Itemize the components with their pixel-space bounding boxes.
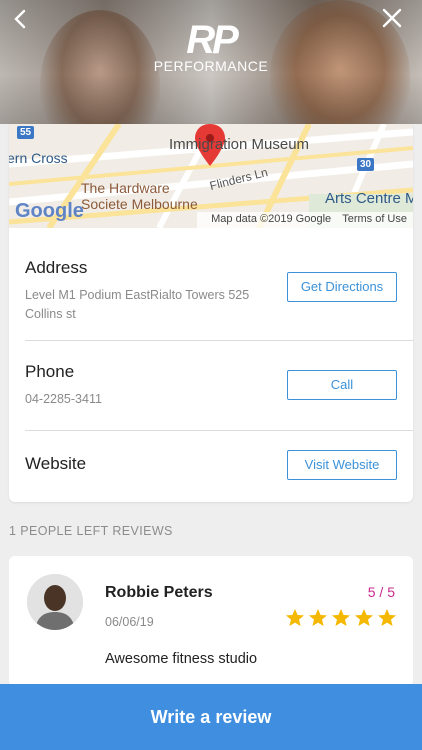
call-button[interactable]: Call [287, 370, 397, 400]
map-label: Societe Melbourne [81, 196, 198, 212]
map-label: Immigration Museum [169, 136, 310, 153]
star-rating [285, 608, 397, 628]
terms-of-use-link[interactable]: Terms of Use [342, 213, 407, 225]
reviewer-name: Robbie Peters [105, 584, 213, 601]
visit-website-button[interactable]: Visit Website [287, 450, 397, 480]
map-label: ern Cross [9, 150, 68, 166]
header-hero-image: RP PERFORMANCE [0, 0, 422, 124]
route-badge: 55 [17, 126, 35, 139]
reviews-count-heading: 1 PEOPLE LEFT REVIEWS [9, 524, 173, 538]
review-date: 06/06/19 [105, 615, 154, 629]
star-icon [378, 609, 396, 626]
star-icon [286, 609, 304, 626]
website-row: Website Visit Website [9, 430, 413, 502]
map-attribution: Map data ©2019 Google Terms of Use [197, 212, 413, 228]
brand-logo: RP PERFORMANCE [150, 18, 272, 74]
user-avatar-icon [27, 574, 83, 630]
address-label: Address [25, 258, 88, 277]
write-review-button[interactable]: Write a review [0, 684, 422, 750]
phone-label: Phone [25, 362, 75, 381]
map-data-text: Map data ©2019 Google [211, 213, 332, 225]
close-icon [382, 8, 402, 28]
google-logo: Google [15, 200, 84, 222]
logo-mark: RP [186, 18, 239, 62]
map-label: Arts Centre M [325, 190, 413, 207]
phone-value: 04-2285-3411 [25, 392, 102, 406]
logo-subtitle: PERFORMANCE [153, 58, 269, 74]
review-text: Awesome fitness studio [105, 651, 258, 667]
address-value: Level M1 Podium EastRialto Towers 525 Co… [25, 288, 250, 321]
address-row: Address Level M1 Podium EastRialto Tower… [9, 228, 413, 340]
location-map[interactable]: 55 30 Immigration Museum ern Cross The H… [9, 124, 413, 228]
website-label: Website [25, 454, 87, 473]
star-icon [355, 609, 373, 626]
close-button[interactable] [380, 6, 404, 30]
review-card: Robbie Peters 06/06/19 5 / 5 Awesome fit… [9, 556, 413, 686]
back-button[interactable] [10, 8, 32, 30]
chevron-left-icon [14, 9, 26, 29]
map-label: The Hardware [81, 180, 170, 196]
review-score: 5 / 5 [367, 584, 395, 600]
star-icon [332, 609, 350, 626]
phone-row: Phone 04-2285-3411 Call [9, 340, 413, 430]
get-directions-button[interactable]: Get Directions [287, 272, 397, 302]
studio-info-card: 55 30 Immigration Museum ern Cross The H… [9, 124, 413, 502]
avatar [27, 574, 83, 630]
star-icon [309, 609, 327, 626]
route-badge: 30 [357, 158, 375, 171]
